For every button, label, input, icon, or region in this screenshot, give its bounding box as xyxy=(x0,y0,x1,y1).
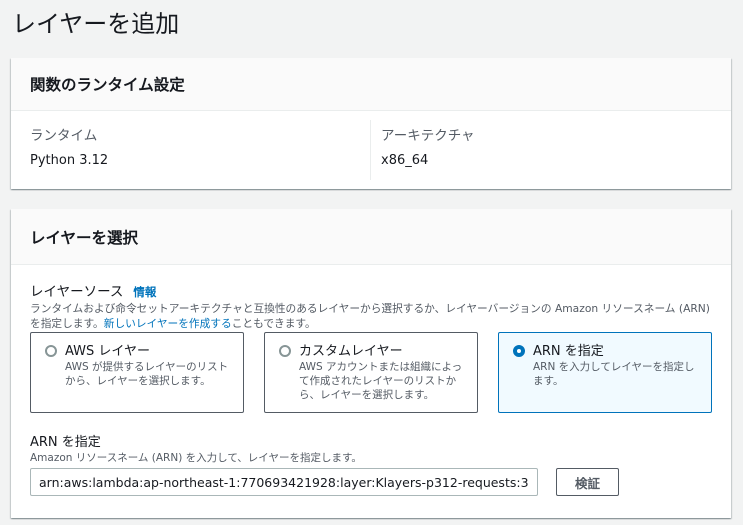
layer-source-description: ランタイムおよび命令セットアーキテクチャと互換性のあるレイヤーから選択するか、レ… xyxy=(30,301,713,331)
runtime-settings-panel: 関数のランタイム設定 ランタイム Python 3.12 アーキテクチャ x86… xyxy=(11,58,731,189)
option-specify-arn-description: ARN を入力してレイヤーを指定します。 xyxy=(533,361,695,387)
arn-input[interactable] xyxy=(30,468,538,496)
choose-layer-panel: レイヤーを選択 レイヤーソース 情報 ランタイムおよび命令セットアーキテクチャと… xyxy=(11,209,731,518)
option-custom-layers-title: カスタムレイヤー xyxy=(299,344,403,359)
choose-layer-header: レイヤーを選択 xyxy=(11,209,731,265)
arn-field-label: ARN を指定 xyxy=(30,435,101,450)
arn-field-description: Amazon リソースネーム (ARN) を入力して、レイヤーを指定します。 xyxy=(30,452,362,464)
option-custom-layers-description: AWS アカウントまたは組織によって作成されたレイヤーのリストから、レイヤーを選… xyxy=(299,361,463,401)
page-title: レイヤーを追加 xyxy=(12,10,180,38)
create-new-layer-link[interactable]: 新しいレイヤーを作成する xyxy=(104,317,232,330)
layer-source-label-row: レイヤーソース 情報 xyxy=(30,280,713,300)
info-link[interactable]: 情報 xyxy=(133,284,156,300)
radio-specify-arn[interactable] xyxy=(513,345,525,357)
architecture-value: x86_64 xyxy=(381,153,429,168)
option-custom-layers[interactable]: カスタムレイヤー AWS アカウントまたは組織によって作成されたレイヤーのリスト… xyxy=(264,332,478,413)
radio-custom-layers[interactable] xyxy=(279,345,291,357)
verify-button[interactable]: 検証 xyxy=(556,468,619,496)
runtime-settings-header: 関数のランタイム設定 xyxy=(11,58,731,111)
runtime-label: ランタイム xyxy=(30,128,98,144)
architecture-column: アーキテクチャ x86_64 xyxy=(370,120,721,180)
layer-source-label: レイヤーソース xyxy=(30,284,124,300)
radio-aws-layers[interactable] xyxy=(45,345,57,357)
runtime-column: ランタイム Python 3.12 xyxy=(30,120,370,180)
option-specify-arn-title: ARN を指定 xyxy=(533,344,604,359)
layer-source-description-suffix: こともできます。 xyxy=(231,317,316,330)
option-aws-layers[interactable]: AWS レイヤー AWS が提供するレイヤーのリストから、レイヤーを選択します。 xyxy=(30,332,244,413)
architecture-label: アーキテクチャ xyxy=(381,128,475,144)
option-aws-layers-title: AWS レイヤー xyxy=(65,344,151,359)
option-aws-layers-description: AWS が提供するレイヤーのリストから、レイヤーを選択します。 xyxy=(65,361,229,387)
layer-source-options: AWS レイヤー AWS が提供するレイヤーのリストから、レイヤーを選択します。… xyxy=(30,332,714,415)
option-specify-arn[interactable]: ARN を指定 ARN を入力してレイヤーを指定します。 xyxy=(498,332,712,413)
runtime-value: Python 3.12 xyxy=(30,153,109,168)
runtime-settings-columns: ランタイム Python 3.12 アーキテクチャ x86_64 xyxy=(11,111,731,189)
